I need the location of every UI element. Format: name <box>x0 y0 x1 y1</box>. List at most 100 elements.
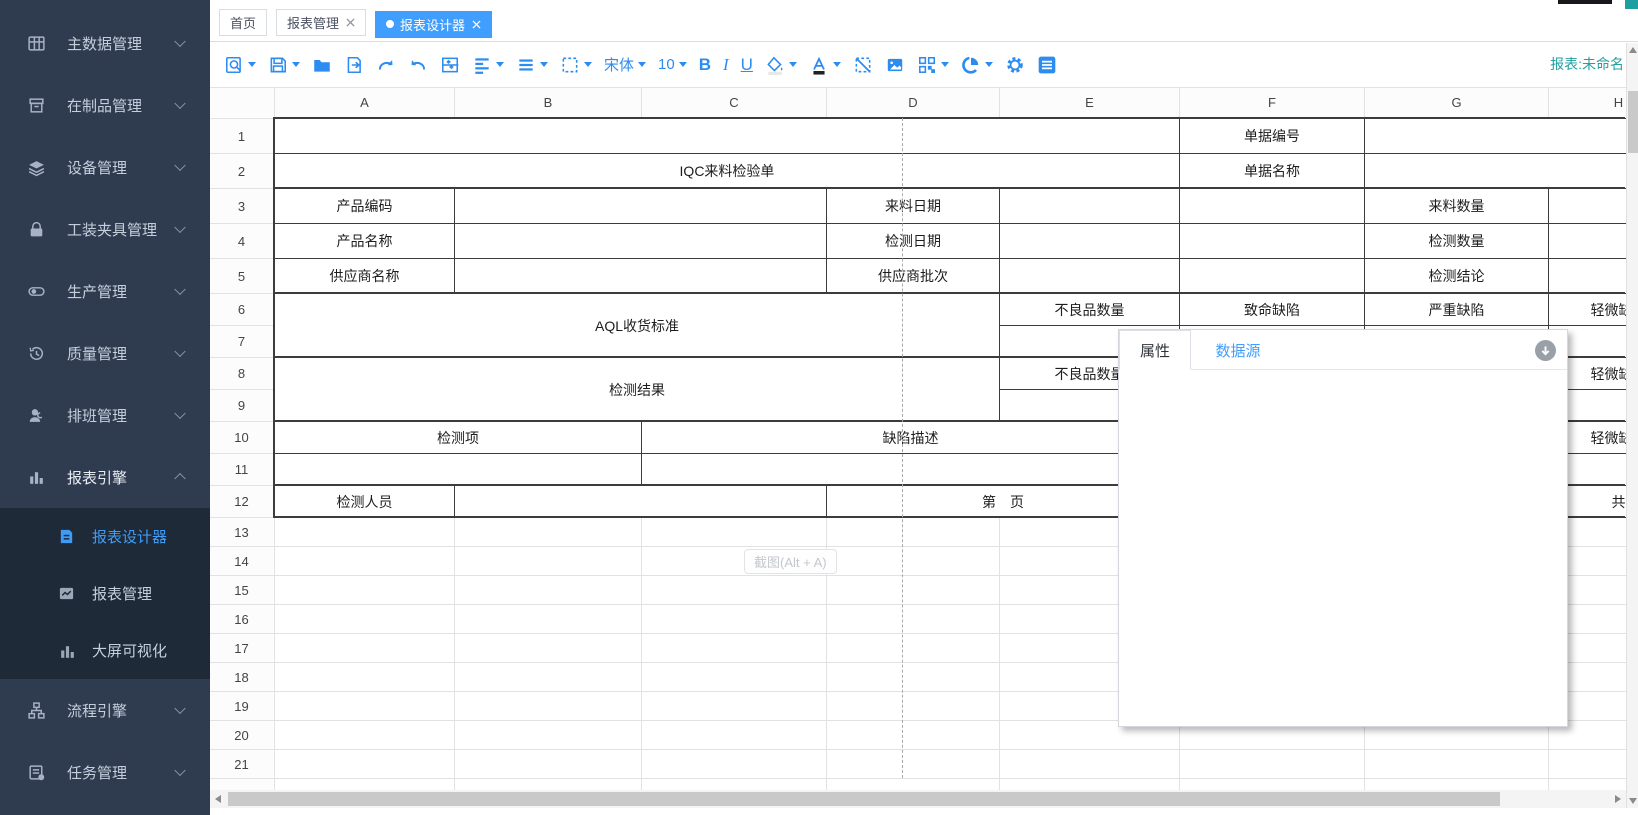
row-header-9[interactable]: 9 <box>210 390 273 421</box>
sidebar-item-主数据管理[interactable]: 主数据管理 <box>0 12 210 74</box>
row-header-11[interactable]: 11 <box>210 454 273 485</box>
preview-button[interactable] <box>219 48 261 82</box>
image-button[interactable] <box>880 48 910 82</box>
bold-button[interactable]: B <box>694 48 716 82</box>
cell-G6[interactable]: 严重缺陷 <box>1364 293 1549 326</box>
cell-G5[interactable]: 检测结论 <box>1364 258 1549 294</box>
cell-B4:C4[interactable] <box>454 223 827 259</box>
merge-cells-button[interactable] <box>435 48 465 82</box>
column-header-E[interactable]: E <box>1000 88 1179 117</box>
sidebar-item-在制品管理[interactable]: 在制品管理 <box>0 74 210 136</box>
column-header-C[interactable]: C <box>642 88 826 117</box>
redo-button[interactable] <box>371 48 401 82</box>
panel-tab-datasource[interactable]: 数据源 <box>1195 330 1280 370</box>
cell-H4[interactable] <box>1548 223 1626 259</box>
cell-B12:C12[interactable] <box>454 485 827 518</box>
sidebar-item-工装夹具管理[interactable]: 工装夹具管理 <box>0 198 210 260</box>
open-button[interactable] <box>307 48 337 82</box>
cell-F3[interactable] <box>1179 188 1365 224</box>
italic-button[interactable]: I <box>718 48 734 82</box>
row-height-button[interactable] <box>511 48 553 82</box>
scroll-up-arrow-icon[interactable] <box>1629 47 1637 53</box>
close-icon[interactable] <box>465 17 481 32</box>
underline-button[interactable]: U <box>736 48 758 82</box>
cell-B3:C3[interactable] <box>454 188 827 224</box>
cell-E5[interactable] <box>999 258 1180 294</box>
column-header-A[interactable]: A <box>275 88 454 117</box>
sidebar-item-流程引擎[interactable]: 流程引擎 <box>0 679 210 741</box>
row-header-22[interactable]: 22 <box>210 779 273 790</box>
row-header-20[interactable]: 20 <box>210 721 273 749</box>
sidebar-item-报表引擎[interactable]: 报表引擎 <box>0 446 210 508</box>
align-button[interactable] <box>467 48 509 82</box>
export-button[interactable] <box>339 48 369 82</box>
vertical-scrollbar[interactable] <box>1626 43 1638 808</box>
select-all-corner[interactable] <box>210 88 274 117</box>
cell-H5[interactable] <box>1548 258 1626 294</box>
vertical-scroll-thumb[interactable] <box>1628 91 1638 153</box>
cell-H6[interactable]: 轻微缺陷 <box>1548 293 1626 326</box>
list-button[interactable] <box>1032 48 1062 82</box>
cell-G2:H2[interactable] <box>1364 153 1626 189</box>
column-header-G[interactable]: G <box>1365 88 1548 117</box>
row-header-13[interactable]: 13 <box>210 518 273 546</box>
cell-B5:C5[interactable] <box>454 258 827 294</box>
row-header-8[interactable]: 8 <box>210 358 273 389</box>
cell-F5[interactable] <box>1179 258 1365 294</box>
row-header-18[interactable]: 18 <box>210 663 273 691</box>
cell-E6[interactable]: 不良品数量 <box>999 293 1180 326</box>
cell-A5[interactable]: 供应商名称 <box>274 258 455 294</box>
horizontal-scrollbar[interactable] <box>210 790 1626 808</box>
cell-A4[interactable]: 产品名称 <box>274 223 455 259</box>
cell-C11:E11[interactable] <box>641 453 1180 486</box>
scroll-right-arrow-icon[interactable] <box>1615 795 1621 803</box>
scroll-down-arrow-icon[interactable] <box>1629 798 1637 804</box>
column-header-D[interactable]: D <box>827 88 999 117</box>
font-size-button[interactable]: 10 <box>653 48 692 82</box>
chart-button[interactable] <box>956 48 998 82</box>
cell-D3[interactable]: 来料日期 <box>826 188 1000 224</box>
cell-F4[interactable] <box>1179 223 1365 259</box>
cell-C10:E10[interactable]: 缺陷描述 <box>641 421 1180 454</box>
close-icon[interactable] <box>339 15 355 30</box>
cell-F2[interactable]: 单据名称 <box>1179 153 1365 189</box>
cell-G3[interactable]: 来料数量 <box>1364 188 1549 224</box>
cell-A1:E1[interactable] <box>274 118 1180 154</box>
sidebar-item-质量管理[interactable]: 质量管理 <box>0 322 210 384</box>
row-header-17[interactable]: 17 <box>210 634 273 662</box>
diagonal-button[interactable] <box>848 48 878 82</box>
row-header-21[interactable]: 21 <box>210 750 273 778</box>
row-header-12[interactable]: 12 <box>210 486 273 517</box>
sidebar-item-设备管理[interactable]: 设备管理 <box>0 136 210 198</box>
row-header-6[interactable]: 6 <box>210 294 273 325</box>
row-header-1[interactable]: 1 <box>210 119 273 153</box>
sidebar-subitem-大屏可视化[interactable]: 大屏可视化 <box>0 622 210 679</box>
undo-button[interactable] <box>403 48 433 82</box>
cell-D4[interactable]: 检测日期 <box>826 223 1000 259</box>
cell-G4[interactable]: 检测数量 <box>1364 223 1549 259</box>
sidebar-item-排班管理[interactable]: 排班管理 <box>0 384 210 446</box>
cell-E3[interactable] <box>999 188 1180 224</box>
column-header-B[interactable]: B <box>455 88 641 117</box>
cell-A6:D7[interactable]: AQL收货标准 <box>274 293 1000 358</box>
row-header-3[interactable]: 3 <box>210 189 273 223</box>
sidebar-subitem-报表设计器[interactable]: 报表设计器 <box>0 508 210 565</box>
scroll-left-arrow-icon[interactable] <box>215 795 221 803</box>
row-header-15[interactable]: 15 <box>210 576 273 604</box>
fill-color-button[interactable] <box>760 48 802 82</box>
row-header-5[interactable]: 5 <box>210 259 273 293</box>
row-header-14[interactable]: 14 <box>210 547 273 575</box>
column-header-F[interactable]: F <box>1180 88 1364 117</box>
cell-A8:D9[interactable]: 检测结果 <box>274 357 1000 422</box>
cell-A10:B10[interactable]: 检测项 <box>274 421 642 454</box>
row-header-16[interactable]: 16 <box>210 605 273 633</box>
row-header-19[interactable]: 19 <box>210 692 273 720</box>
horizontal-scroll-thumb[interactable] <box>228 792 1500 806</box>
font-color-button[interactable] <box>804 48 846 82</box>
sidebar-item-生产管理[interactable]: 生产管理 <box>0 260 210 322</box>
cell-E4[interactable] <box>999 223 1180 259</box>
row-header-4[interactable]: 4 <box>210 224 273 258</box>
column-header-H[interactable]: H <box>1549 88 1626 117</box>
panel-tab-attributes[interactable]: 属性 <box>1119 330 1191 370</box>
cell-D5[interactable]: 供应商批次 <box>826 258 1000 294</box>
